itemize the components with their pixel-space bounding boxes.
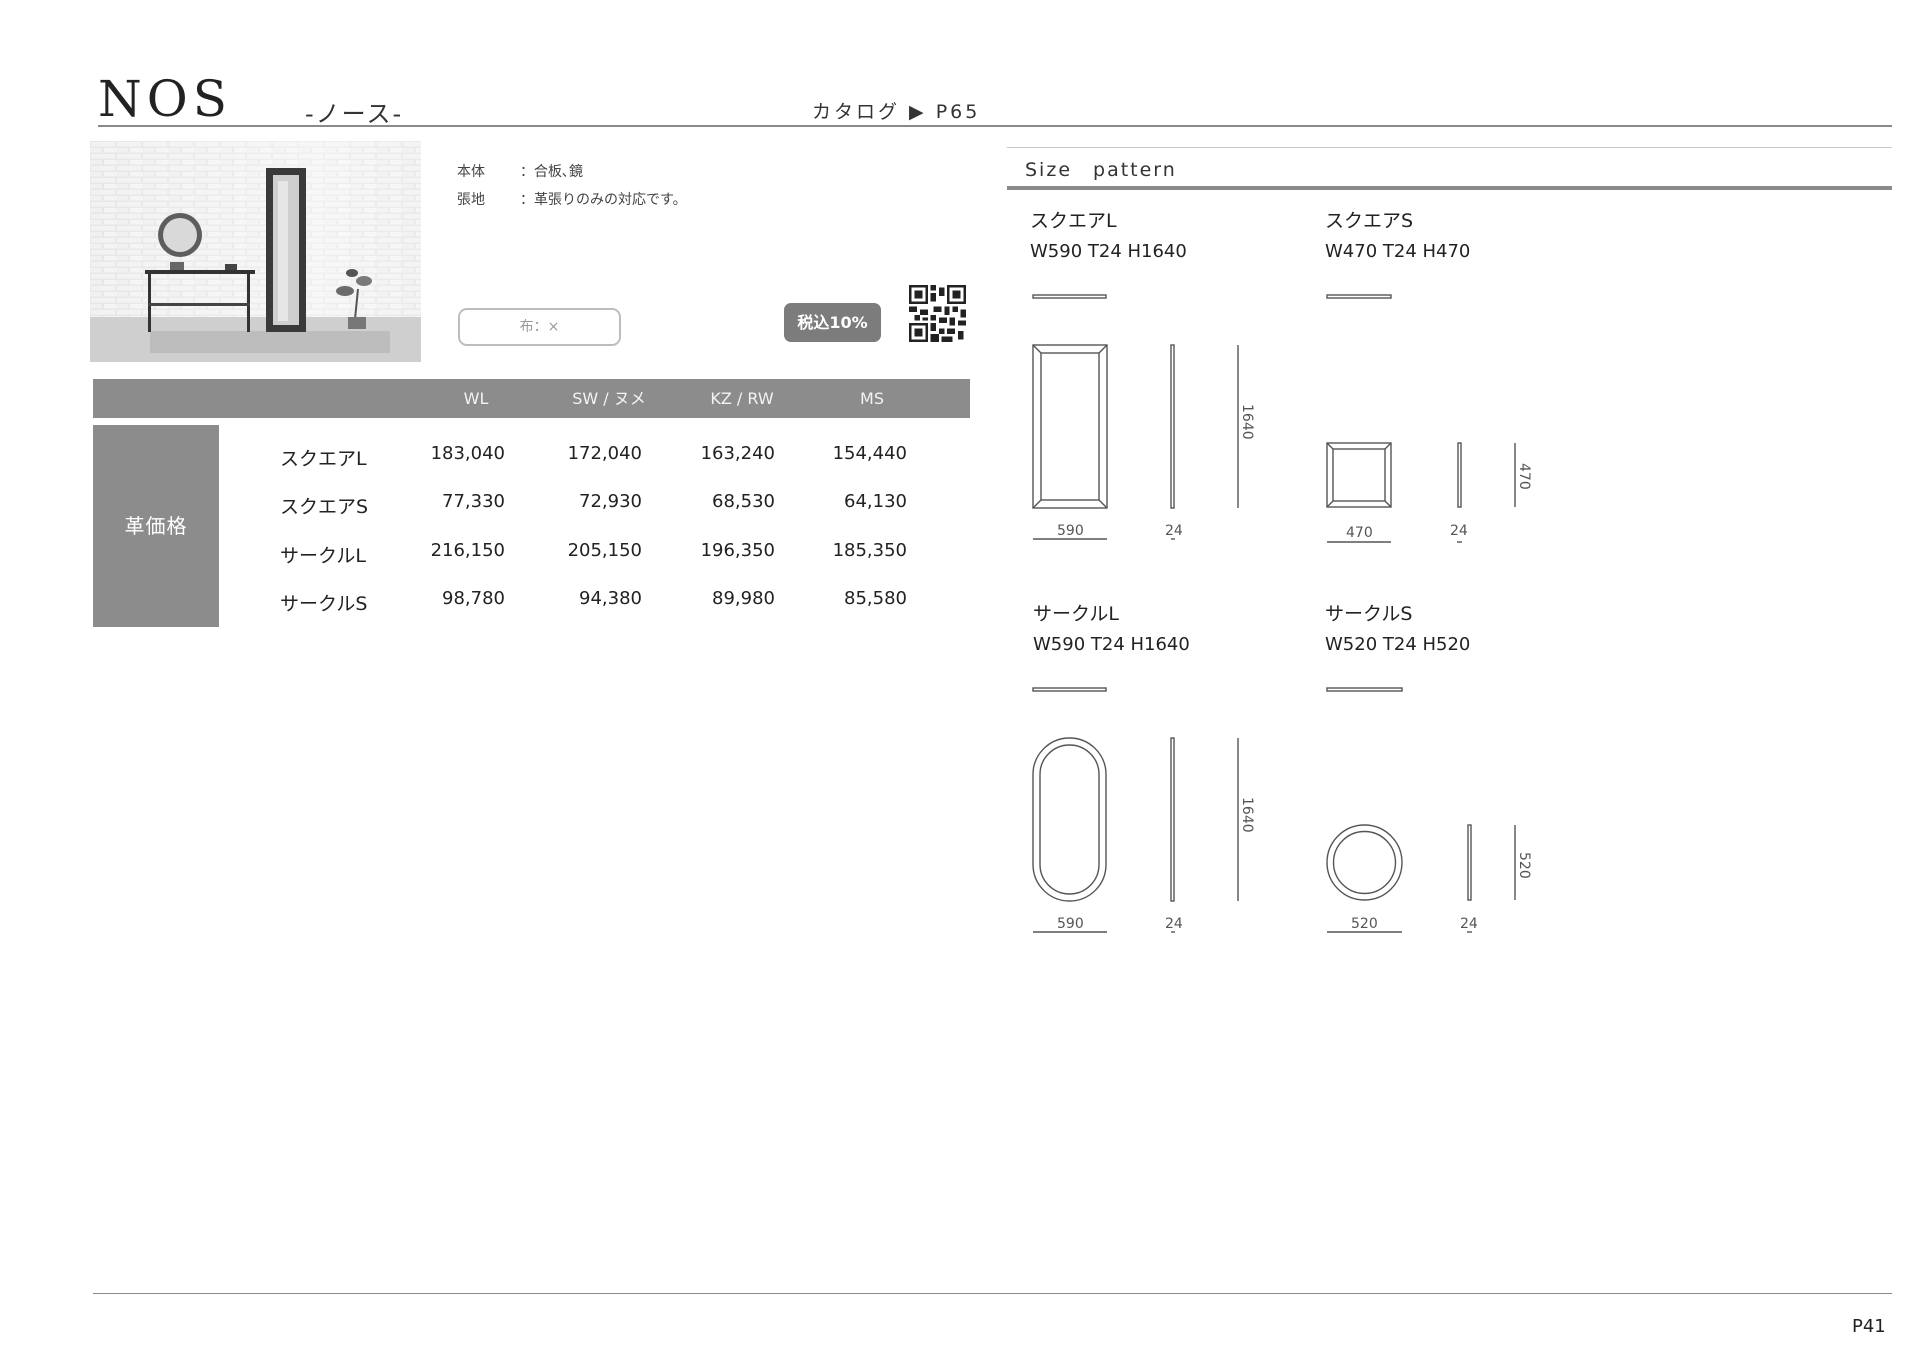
square-s-front-view [1326, 442, 1392, 508]
circle-s-height-label: 520 [1516, 852, 1532, 879]
square-s-height-label: 470 [1516, 463, 1532, 490]
square-l-depth-label: 24 [1165, 523, 1183, 539]
circle-s-top-view [1326, 687, 1403, 692]
square-s-side-view [1457, 442, 1462, 508]
footer-rule [93, 1293, 1892, 1294]
circle-l-depth-label: 24 [1165, 916, 1183, 932]
circle-l-height-label: 1640 [1239, 797, 1255, 833]
circle-s-width-label: 520 [1351, 916, 1378, 932]
circle-l-front-view [1032, 737, 1107, 902]
square-l-side-view [1170, 344, 1175, 509]
square-s-width-label: 470 [1346, 525, 1373, 541]
circle-l-width-label: 590 [1057, 916, 1084, 932]
page-number: P41 [1852, 1316, 1886, 1337]
square-s-top-view [1326, 294, 1392, 299]
square-l-height-label: 1640 [1239, 404, 1255, 440]
circle-l-side-view [1170, 737, 1175, 902]
circle-s-front-view [1326, 824, 1403, 901]
circle-s-side-view [1467, 824, 1472, 901]
square-s-depth-label: 24 [1450, 523, 1468, 539]
square-l-top-view [1032, 294, 1107, 299]
square-l-width-label: 590 [1057, 523, 1084, 539]
size-diagrams: 590 24 1640 470 24 470 590 24 1640 520 2… [1032, 294, 1532, 933]
circle-l-top-view [1032, 687, 1107, 692]
circle-s-depth-label: 24 [1460, 916, 1478, 932]
square-l-front-view [1032, 344, 1108, 509]
